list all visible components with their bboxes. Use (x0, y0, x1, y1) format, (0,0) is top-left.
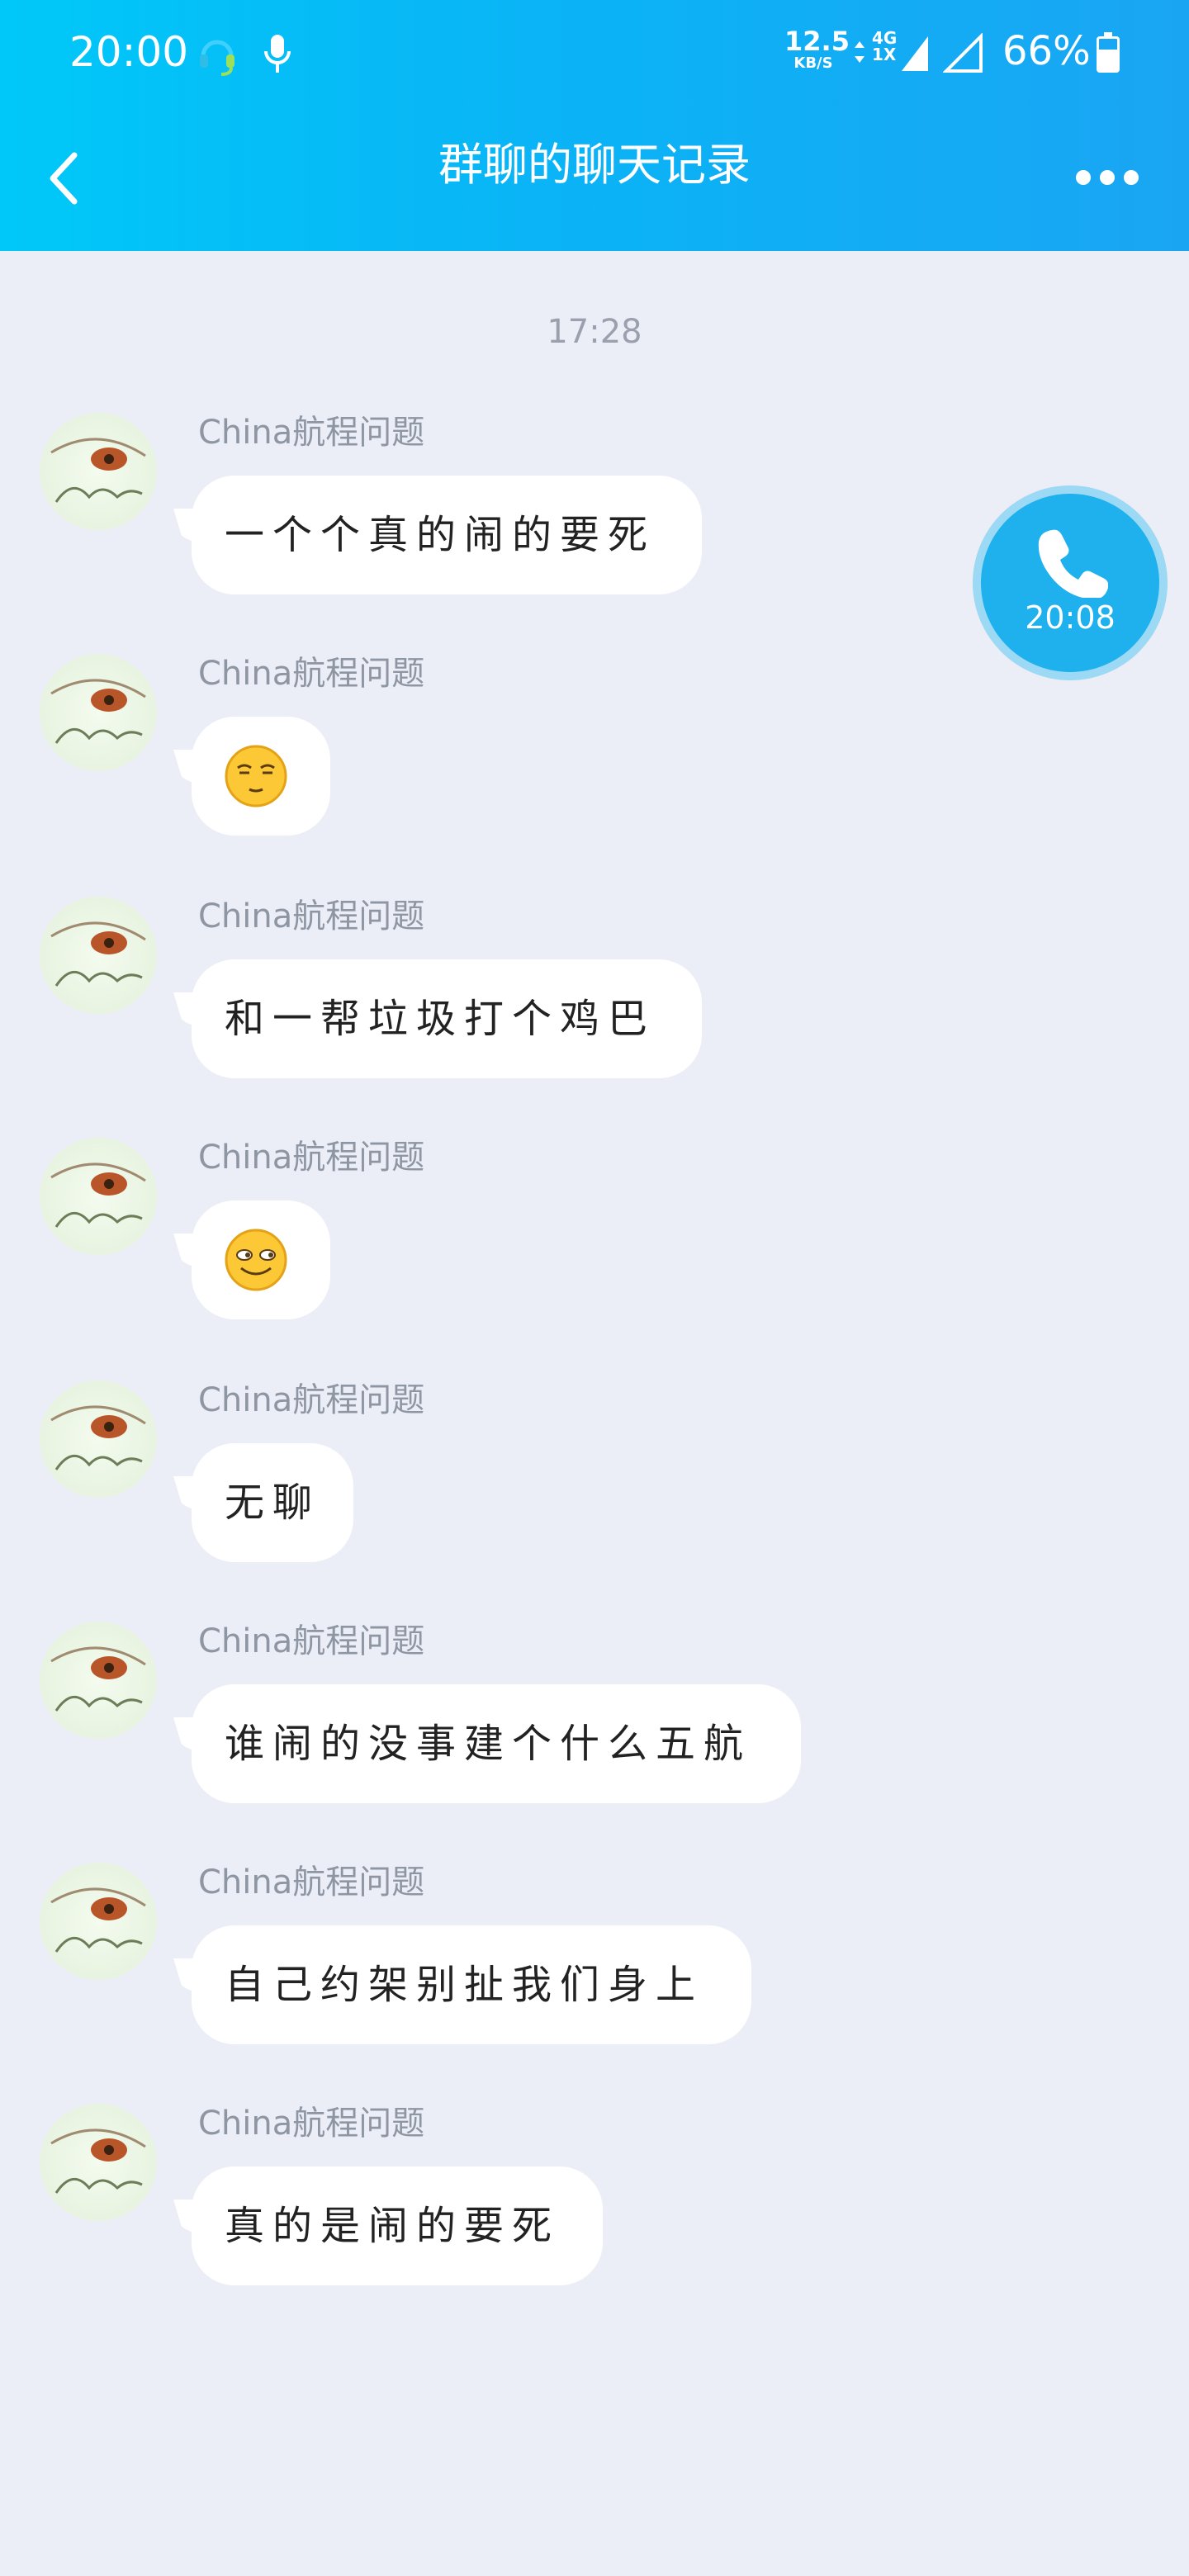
avatar[interactable] (40, 654, 157, 771)
message-text: 和一帮垃圾打个鸡巴 (225, 996, 656, 1042)
network-speed: 12.5 KB/S (784, 26, 850, 72)
battery-icon (1097, 32, 1120, 73)
message-bubble[interactable]: 自己约架别扯我们身上 (192, 1925, 751, 2044)
message-bubble[interactable]: 和一帮垃圾打个鸡巴 (192, 959, 702, 1078)
sender-name: China航程问题 (198, 414, 425, 452)
microphone-icon (264, 35, 291, 73)
more-button[interactable] (1073, 157, 1141, 198)
message-text: 真的是闹的要死 (225, 2203, 561, 2249)
page-title: 群聊的聊天记录 (438, 139, 751, 191)
sender-name: China航程问题 (198, 897, 425, 935)
message-bubble[interactable] (192, 1200, 330, 1319)
network-type: 4G 1X (872, 28, 898, 64)
header: 20:00 12.5 KB/S 4G 1X 66% 群聊的聊天记录 (0, 0, 1189, 251)
sender-name: China航程问题 (198, 1863, 425, 1901)
message-bubble[interactable]: 无聊 (192, 1443, 353, 1562)
message-text: 谁闹的没事建个什么五航 (225, 1721, 752, 1767)
phone-icon (1038, 529, 1108, 598)
headset-icon (200, 40, 234, 76)
status-time: 20:00 (69, 28, 189, 76)
sly-smile-emoji-icon (225, 1229, 287, 1291)
floating-call-button[interactable]: 20:08 (981, 494, 1159, 672)
battery-percent: 66% (1002, 28, 1091, 74)
sender-name: China航程问题 (198, 1139, 425, 1177)
avatar[interactable] (40, 1380, 157, 1498)
message-text: 一个个真的闹的要死 (225, 512, 656, 558)
sender-name: China航程问题 (198, 2105, 425, 2143)
call-duration: 20:08 (1025, 599, 1116, 636)
signal-icon (943, 33, 983, 73)
message-bubble[interactable]: 谁闹的没事建个什么五航 (192, 1684, 801, 1803)
sender-name: China航程问题 (198, 655, 425, 693)
avatar[interactable] (40, 2104, 157, 2221)
avatar[interactable] (40, 897, 157, 1014)
avatar[interactable] (40, 1622, 157, 1739)
message-bubble[interactable]: 一个个真的闹的要死 (192, 476, 702, 594)
time-divider: 17:28 (547, 313, 642, 351)
sender-name: China航程问题 (198, 1381, 425, 1419)
signal-icon (902, 36, 928, 71)
data-arrows-icon (855, 41, 865, 63)
message-text: 无聊 (225, 1480, 321, 1526)
status-bar: 20:00 12.5 KB/S 4G 1X 66% (0, 0, 1189, 106)
message-bubble[interactable]: 真的是闹的要死 (192, 2166, 603, 2285)
avatar[interactable] (40, 413, 157, 530)
avatar[interactable] (40, 1138, 157, 1255)
message-bubble[interactable] (192, 717, 330, 836)
avatar[interactable] (40, 1863, 157, 1980)
sender-name: China航程问题 (198, 1622, 425, 1660)
smug-emoji-icon (225, 745, 287, 807)
message-text: 自己约架别扯我们身上 (225, 1962, 704, 2008)
